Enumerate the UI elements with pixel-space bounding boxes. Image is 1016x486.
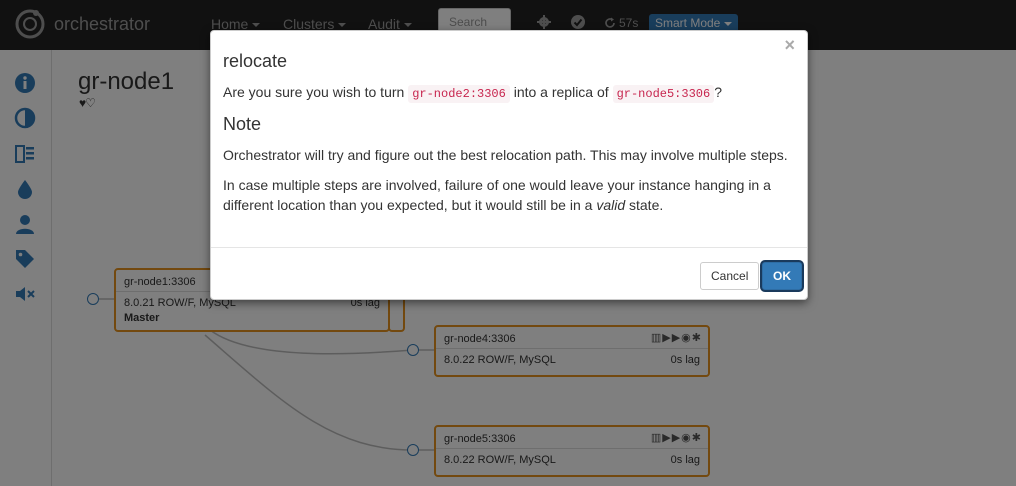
- modal-title: relocate: [223, 51, 288, 71]
- note-emphasis: valid: [596, 197, 626, 213]
- modal-body: relocate Are you sure you wish to turn g…: [211, 31, 807, 215]
- modal-footer: Cancel OK: [211, 247, 807, 299]
- note-text-2-prefix: In case multiple steps are involved, fai…: [223, 177, 771, 213]
- source-instance: gr-node2:3306: [408, 85, 510, 103]
- question-suffix: ?: [714, 84, 722, 100]
- close-icon[interactable]: ×: [784, 35, 795, 56]
- target-instance: gr-node5:3306: [612, 85, 715, 103]
- ok-button[interactable]: OK: [762, 262, 802, 290]
- note-heading: Note: [223, 114, 262, 134]
- note-text-2-suffix: state.: [629, 197, 664, 213]
- note-text-2: In case multiple steps are involved, fai…: [223, 175, 795, 215]
- question-middle: into a replica of: [513, 84, 609, 100]
- cancel-button[interactable]: Cancel: [700, 262, 760, 290]
- question-prefix: Are you sure you wish to turn: [223, 84, 405, 100]
- note-text-1: Orchestrator will try and figure out the…: [223, 147, 788, 163]
- relocate-dialog: × relocate Are you sure you wish to turn…: [210, 30, 808, 300]
- relocate-question: Are you sure you wish to turn gr-node2:3…: [223, 82, 795, 104]
